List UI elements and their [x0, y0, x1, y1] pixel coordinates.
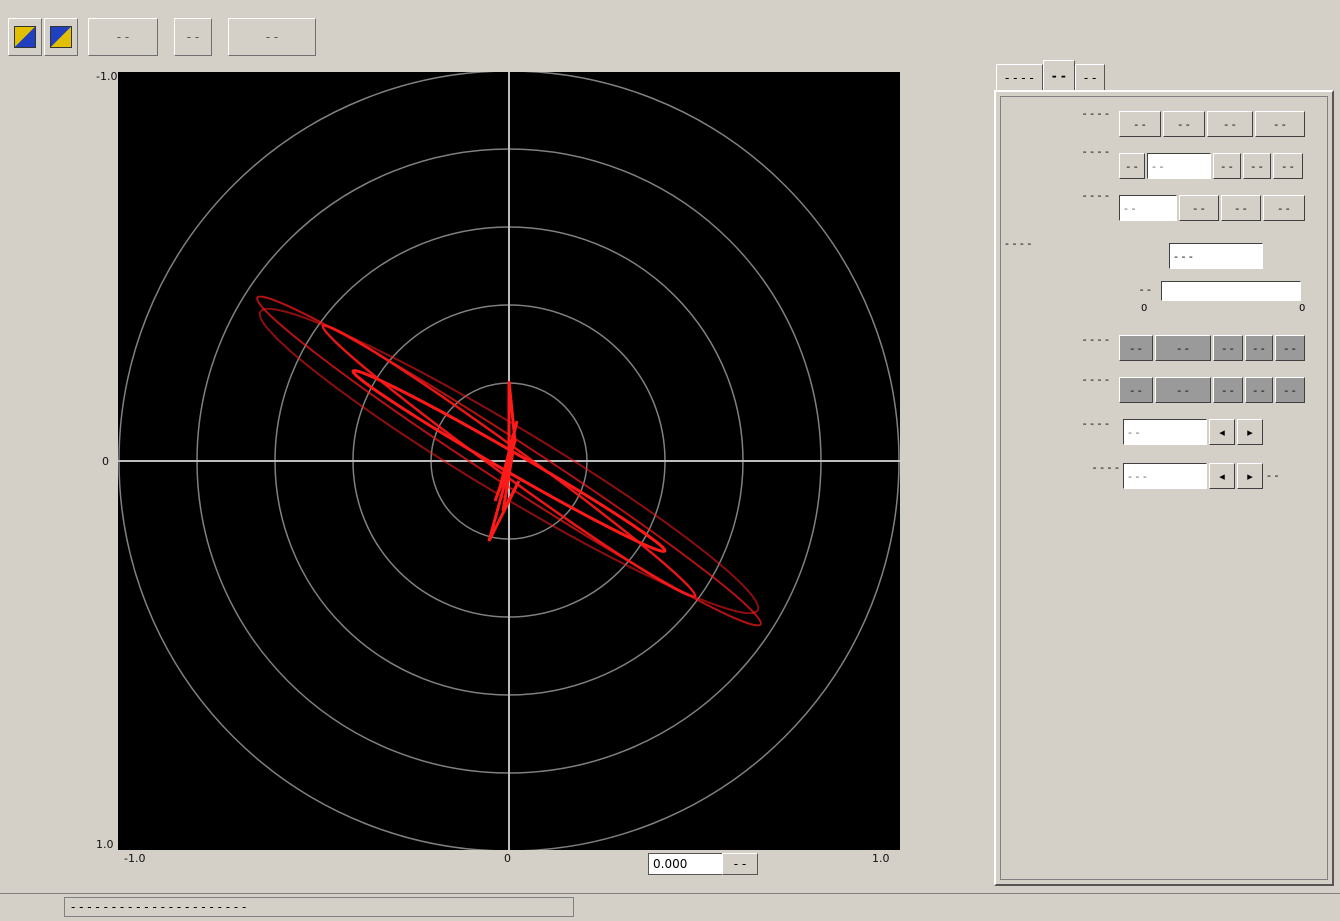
tab-1-label: - - - -: [1005, 70, 1034, 85]
row2-button-2[interactable]: - -: [1213, 153, 1241, 179]
toolbar-button-3[interactable]: - -: [88, 18, 158, 56]
row2-field[interactable]: - -: [1147, 153, 1211, 179]
row5-label: - - - -: [1082, 333, 1109, 346]
status-text: - - - - - - - - - - - - - - - - - - - - …: [64, 897, 574, 917]
row5-button-4[interactable]: - -: [1245, 335, 1273, 361]
slider-track[interactable]: [1161, 281, 1301, 301]
row1-label: - - - -: [1082, 107, 1109, 120]
row8-increment-button[interactable]: ▸: [1237, 463, 1263, 489]
row6-button-3[interactable]: - -: [1213, 377, 1243, 403]
tab-2[interactable]: - -: [1042, 60, 1075, 90]
tab-2-label: - -: [1051, 68, 1066, 83]
y-axis-bottom-label: 1.0: [96, 838, 114, 851]
row8-decrement-button[interactable]: ◂: [1209, 463, 1235, 489]
slider-max-label: 0: [1299, 303, 1306, 314]
row5-button-1[interactable]: - -: [1119, 335, 1153, 361]
row3-field[interactable]: - -: [1119, 195, 1177, 221]
row3-label: - - - -: [1082, 189, 1109, 202]
row6-button-1[interactable]: - -: [1119, 377, 1153, 403]
row8-suffix: - -: [1267, 469, 1279, 482]
row1-button-2[interactable]: - -: [1163, 111, 1205, 137]
row7-decrement-button[interactable]: ◂: [1209, 419, 1235, 445]
tab-strip: - - - - - - - -: [996, 60, 1106, 90]
tab-3-label: - -: [1083, 70, 1097, 85]
toolbar-button-5[interactable]: - -: [228, 18, 316, 56]
settings-panel-inner: - - - - - - - - - - - - - - - - - - - - …: [1000, 96, 1328, 880]
row1-button-4[interactable]: - -: [1255, 111, 1305, 137]
toolbar-button-3-label: - -: [116, 30, 130, 44]
polar-plot[interactable]: [118, 70, 900, 852]
row3-button-2[interactable]: - -: [1221, 195, 1261, 221]
row5-button-3[interactable]: - -: [1213, 335, 1243, 361]
toolbar-button-4[interactable]: - -: [174, 18, 212, 56]
open-button[interactable]: [8, 18, 42, 56]
slider-min-label: 0: [1141, 303, 1148, 314]
row2-button-3[interactable]: - -: [1243, 153, 1271, 179]
y-axis-mid-label: 0: [102, 455, 109, 468]
toolbar-button-4-label: - -: [186, 30, 200, 44]
row6-button-5[interactable]: - -: [1275, 377, 1305, 403]
save-icon: [50, 26, 72, 48]
row3-button-1[interactable]: - -: [1179, 195, 1219, 221]
readout-button[interactable]: - -: [722, 853, 758, 875]
row3-button-3[interactable]: - -: [1263, 195, 1305, 221]
row1-button-3[interactable]: - -: [1207, 111, 1253, 137]
row6-label: - - - -: [1082, 373, 1109, 386]
row7-increment-button[interactable]: ▸: [1237, 419, 1263, 445]
row2-button-1[interactable]: - -: [1119, 153, 1145, 179]
x-axis-left-label: -1.0: [124, 852, 146, 865]
row1-button-1[interactable]: - -: [1119, 111, 1161, 137]
y-axis-top-label: -1.0: [96, 70, 118, 83]
x-axis-right-label: 1.0: [872, 852, 890, 865]
x-axis-mid-label: 0: [504, 852, 511, 865]
row5-button-5[interactable]: - -: [1275, 335, 1305, 361]
toolbar: - - - - - -: [0, 18, 1340, 60]
tab-1[interactable]: - - - -: [996, 64, 1043, 90]
coordinate-readout-value: 0.000: [653, 857, 688, 871]
row4-label: - - - -: [1005, 237, 1032, 250]
row2-label: - - - -: [1082, 145, 1109, 158]
open-file-icon: [14, 26, 36, 48]
row8-label: - - - -: [1092, 461, 1119, 474]
row8-field[interactable]: - - -: [1123, 463, 1207, 489]
row5-button-2[interactable]: - -: [1155, 335, 1211, 361]
row4-field[interactable]: - - -: [1169, 243, 1263, 269]
row6-button-4[interactable]: - -: [1245, 377, 1273, 403]
row2-button-4[interactable]: - -: [1273, 153, 1303, 179]
row7-label: - - - -: [1082, 417, 1109, 430]
readout-button-label: - -: [733, 857, 747, 871]
row6-button-2[interactable]: - -: [1155, 377, 1211, 403]
polar-plot-canvas: [118, 70, 900, 852]
settings-panel: - - - - - - - - - - - - - - - - - - - - …: [994, 90, 1334, 886]
toolbar-button-5-label: - -: [265, 30, 279, 44]
slider-label: - -: [1139, 283, 1151, 296]
save-button[interactable]: [44, 18, 78, 56]
tab-3[interactable]: - -: [1074, 64, 1106, 90]
status-bar: - - - - - - - - - - - - - - - - - - - - …: [0, 893, 1340, 921]
row7-field[interactable]: - -: [1123, 419, 1207, 445]
